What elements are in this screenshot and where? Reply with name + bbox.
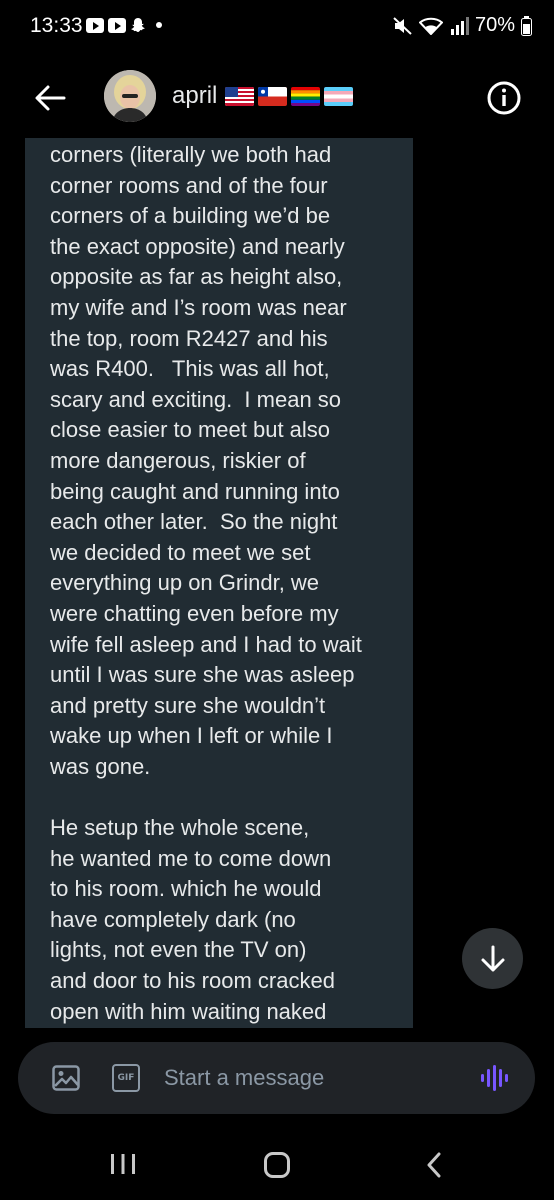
conversation-header: april: [0, 62, 554, 134]
contact-avatar[interactable]: [104, 70, 156, 122]
message-input[interactable]: [164, 1062, 454, 1094]
snapchat-icon: [131, 18, 145, 32]
rainbow-flag-icon: [291, 86, 321, 106]
gif-button[interactable]: GIF: [112, 1064, 140, 1092]
recent-apps-icon[interactable]: [108, 1153, 138, 1175]
message-text: corners (literally we both had corner ro…: [50, 142, 362, 1024]
notification-icons: [86, 17, 162, 33]
system-navigation-bar: [0, 1128, 554, 1200]
back-arrow-icon[interactable]: [30, 78, 70, 118]
avatar-image: [104, 70, 156, 122]
battery-percent: 70%: [474, 14, 515, 36]
image-icon[interactable]: [52, 1065, 80, 1091]
chile-flag-icon: [258, 86, 288, 106]
youtube-icon-2: [108, 17, 126, 33]
gif-label: GIF: [117, 1073, 135, 1083]
mute-icon: [393, 16, 412, 35]
battery-icon: [521, 15, 532, 36]
wifi-icon: [418, 17, 443, 35]
message-bubble[interactable]: corners (literally we both had corner ro…: [25, 138, 413, 1028]
scroll-to-bottom-button[interactable]: [462, 928, 523, 989]
status-time: 13:33: [30, 14, 83, 37]
youtube-icon: [86, 17, 104, 33]
system-status: 70%: [393, 14, 532, 37]
info-icon[interactable]: [486, 80, 522, 116]
us-flag-icon: [225, 86, 255, 106]
contact-name: april: [172, 82, 218, 109]
status-bar: 13:33 70%: [0, 0, 554, 56]
arrow-down-icon: [481, 945, 504, 971]
nav-back-icon[interactable]: [424, 1152, 444, 1178]
voice-message-icon[interactable]: [480, 1064, 510, 1092]
message-composer: GIF: [18, 1042, 535, 1114]
signal-icon: [450, 16, 469, 35]
trans-flag-icon: [324, 86, 354, 106]
more-notifications-dot: [156, 22, 162, 28]
home-icon[interactable]: [264, 1152, 290, 1178]
contact-name-row[interactable]: april: [172, 82, 354, 110]
